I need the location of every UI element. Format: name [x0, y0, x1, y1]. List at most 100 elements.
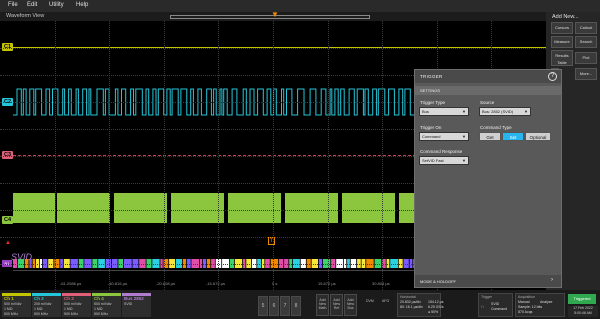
grid-line [0, 48, 546, 49]
ch4-pulse [114, 193, 167, 223]
trigger-line: SVID [491, 302, 500, 306]
command-type-set-button[interactable]: Set [502, 132, 524, 141]
horizontal-badge[interactable]: Horizontal 20.832 µs/div 80: 16.1 µs/div… [397, 293, 444, 317]
acquisition-header: Acquisition [518, 295, 535, 299]
plot-button[interactable]: Plot [575, 52, 597, 64]
command-response-value: SetVID Fast [422, 158, 444, 163]
ch4-marker[interactable]: C4 [2, 216, 13, 224]
horizontal-line: 20.832 µs/div [400, 300, 421, 304]
x-tick-label: -61.2086 µs [60, 281, 82, 286]
chevron-right-icon: › [551, 277, 553, 283]
ch4-badge-name: Ch 4 [94, 296, 104, 301]
triggered-status-button[interactable]: Triggered [568, 294, 596, 304]
acquisition-line: Analyze [540, 300, 553, 304]
more-button[interactable]: More... [575, 68, 597, 80]
bus-badge-line: SVID [124, 302, 133, 306]
ch2-badge[interactable]: Ch 2 200 mV/div 1 MΩ 500 MHz [32, 293, 61, 317]
trigger-on-value: Command [422, 134, 441, 139]
trigger-line: Command [491, 307, 508, 311]
ch4-pulse [171, 193, 224, 223]
source-select[interactable]: Bus: 2852 (SVID) ▼ [479, 107, 531, 116]
ch1-marker[interactable]: C1 [2, 43, 13, 51]
settings-section[interactable]: SETTINGS [415, 86, 561, 95]
mode-holdoff-label: MODE & HOLDOFF [420, 279, 457, 284]
help-icon[interactable]: ? [548, 72, 557, 81]
add-new-ref-button[interactable]: Add New Ref [330, 294, 343, 316]
results-table-button[interactable]: Results Table [551, 50, 573, 66]
menu-bar: File Edit Utility Help [0, 0, 600, 12]
search-button[interactable]: Search [575, 36, 597, 48]
bus-badge[interactable]: Bus 2852 SVID [122, 293, 151, 317]
menu-edit[interactable]: Edit [27, 2, 37, 8]
chevron-down-icon: ▼ [462, 109, 466, 114]
ch7-button[interactable]: 7 [280, 296, 290, 316]
ch4-badge-line: 1 MΩ [94, 307, 103, 311]
horizontal-header: Horizontal [400, 295, 416, 299]
trigger-badge[interactable]: Trigger ⊓ SVID Command [478, 293, 513, 317]
add-new-title: Add New... [552, 14, 579, 20]
ch3-badge-line: 1 MΩ [64, 307, 73, 311]
cursors-button[interactable]: Cursors [551, 22, 573, 34]
add-new-math-button[interactable]: Add New Math [316, 294, 329, 316]
command-type-label: Command Type [480, 125, 512, 130]
acquisition-line: 870 Acqs [518, 310, 533, 314]
source-value: Bus: 2852 (SVID) [482, 109, 514, 114]
trigger-panel-header: TRIGGER ? [415, 70, 561, 83]
trigger-type-value: Bus [422, 109, 429, 114]
ch3-badge[interactable]: Ch 3 500 mV/div 1 MΩ 500 MHz [62, 293, 91, 317]
acquisition-badge[interactable]: Acquisition Manual Analyze Sample: 12 bi… [515, 293, 565, 317]
waveform-overview-bar[interactable] [170, 15, 370, 19]
ch4-badge[interactable]: Ch 4 500 mV/div 1 MΩ 500 MHz [92, 293, 121, 317]
horizontal-line: 6.25 GS/s [428, 305, 444, 309]
chevron-down-icon: ▼ [462, 158, 466, 163]
ch4-badge-line: 500 MHz [94, 312, 109, 316]
command-type-get-button[interactable]: Get [479, 132, 501, 141]
x-tick-label: -20.808 µs [156, 281, 175, 286]
bus-trigger-icon: ⊓ [481, 305, 484, 309]
acquisition-line: Manual [518, 300, 530, 304]
time-text: 5:00:46 AM [574, 311, 592, 315]
ch3-marker[interactable]: C3 [2, 151, 13, 159]
acquisition-line: Sample: 12 bits [518, 305, 543, 309]
menu-utility[interactable]: Utility [49, 2, 64, 8]
trigger-type-select[interactable]: Bus ▼ [419, 107, 469, 116]
ch8-button[interactable]: 8 [291, 296, 301, 316]
ch5-button[interactable]: 5 [258, 296, 268, 316]
mode-holdoff-section[interactable]: MODE & HOLDOFF › [415, 275, 561, 287]
source-label: Source [480, 100, 495, 105]
ch1-badge-line: 1 MΩ [4, 307, 13, 311]
x-tick-label: 30.808 µs [372, 281, 390, 286]
date-time: 17 Feb 2022 5:00:46 AM [568, 306, 598, 317]
dvm-button[interactable]: DVM [366, 299, 374, 303]
trigger-panel: TRIGGER ? SETTINGS Trigger Type Bus ▼ So… [414, 69, 562, 288]
ch3-badge-line: 500 MHz [64, 312, 79, 316]
ch2-badge-line: 1 MΩ [34, 307, 43, 311]
trigger-position-icon[interactable]: ▼ [271, 12, 279, 19]
command-response-select[interactable]: SetVID Fast ▼ [419, 156, 469, 165]
ch4-badge-line: 500 mV/div [94, 302, 112, 306]
ch4-pulse [285, 193, 338, 223]
ch1-badge-line: 500 MHz [4, 312, 19, 316]
menu-file[interactable]: File [8, 2, 18, 8]
x-tick-label: -40.816 µs [108, 281, 127, 286]
bus-badge-name: Bus 2852 [124, 296, 144, 301]
chevron-down-icon: ▼ [524, 109, 528, 114]
callout-button[interactable]: Callout [575, 22, 597, 34]
trigger-on-select[interactable]: Command ▼ [419, 132, 469, 141]
horizontal-line: 154.12 µs [428, 300, 444, 304]
command-type-optional-button[interactable]: Optional [525, 132, 551, 141]
trigger-panel-title: TRIGGER [420, 74, 443, 79]
add-new-bus-button[interactable]: Add New Bus [344, 294, 357, 316]
ch1-badge[interactable]: Ch 1 500 mV/div 1 MΩ 500 MHz [2, 293, 31, 317]
ch2-badge-line: 500 MHz [34, 312, 49, 316]
afg-button[interactable]: AFG [382, 299, 389, 303]
ch3-badge-name: Ch 3 [64, 296, 74, 301]
settings-label: SETTINGS [420, 87, 441, 93]
x-tick-label: -15.672 µs [206, 281, 225, 286]
menu-help[interactable]: Help [76, 2, 88, 8]
trigger-on-label: Trigger On [420, 125, 442, 130]
trigger-type-label: Trigger Type [420, 100, 446, 105]
ch6-button[interactable]: 6 [269, 296, 279, 316]
settings-bar: Ch 1 500 mV/div 1 MΩ 500 MHz Ch 2 200 mV… [0, 290, 600, 319]
measure-button[interactable]: Measure [551, 36, 573, 48]
